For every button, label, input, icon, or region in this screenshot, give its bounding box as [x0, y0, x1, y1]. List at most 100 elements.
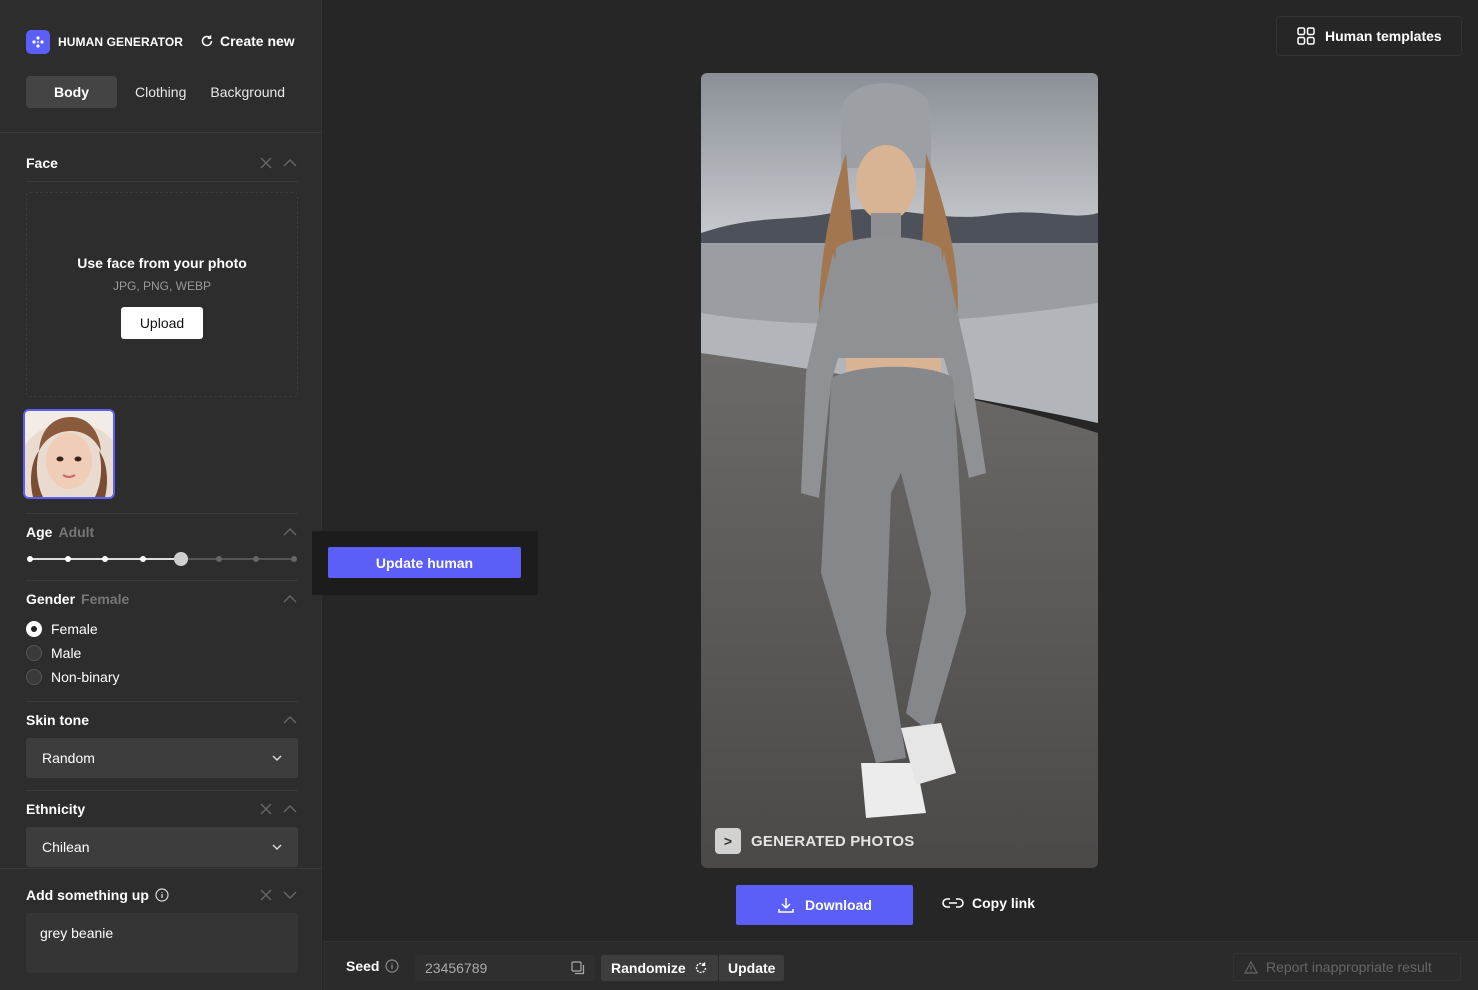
- age-value: Adult: [58, 524, 95, 540]
- create-new-label: Create new: [220, 33, 295, 49]
- copy-link-button[interactable]: Copy link: [942, 895, 1035, 911]
- divider: [26, 790, 298, 791]
- chevron-up-icon[interactable]: [282, 524, 298, 540]
- report-button[interactable]: Report inappropriate result: [1233, 953, 1461, 981]
- watermark: > GENERATED PHOTOS: [715, 828, 915, 854]
- upload-formats: JPG, PNG, WEBP: [112, 279, 211, 293]
- download-button[interactable]: Download: [736, 885, 913, 925]
- link-icon: [942, 898, 964, 908]
- gender-option-non-binary[interactable]: Non-binary: [26, 669, 119, 685]
- face-thumbnail[interactable]: [23, 409, 115, 499]
- brand[interactable]: HUMAN GENERATOR: [26, 30, 183, 54]
- slider-step[interactable]: [64, 556, 71, 562]
- tabs: Body Clothing Background: [26, 76, 303, 108]
- radio-label: Female: [51, 621, 98, 637]
- generated-photo: > GENERATED PHOTOS: [701, 73, 1098, 868]
- gender-section-title[interactable]: Gender Female: [26, 591, 129, 607]
- upload-title: Use face from your photo: [77, 255, 247, 271]
- human-templates-label: Human templates: [1325, 28, 1442, 44]
- skin-tone-title: Skin tone: [26, 712, 90, 728]
- radio-unchecked[interactable]: [26, 669, 42, 685]
- create-new-button[interactable]: Create new: [200, 33, 295, 49]
- sidebar: HUMAN GENERATOR Create new Body Clothing…: [0, 0, 322, 990]
- gender-option-female[interactable]: Female: [26, 621, 98, 637]
- chevron-up-icon[interactable]: [282, 712, 298, 728]
- radio-checked[interactable]: [26, 621, 42, 637]
- radio-label: Non-binary: [51, 669, 120, 685]
- brand-logo-icon: [26, 30, 50, 54]
- clear-icon[interactable]: [258, 801, 274, 817]
- update-human-popover: Update human: [312, 531, 538, 595]
- skin-tone-selected: Random: [42, 750, 95, 766]
- randomize-label: Randomize: [611, 960, 686, 976]
- chevron-up-icon[interactable]: [282, 801, 298, 817]
- clear-icon[interactable]: [258, 887, 274, 903]
- face-title: Face: [26, 155, 58, 171]
- ethnicity-select[interactable]: Chilean: [26, 827, 298, 867]
- update-button[interactable]: Update: [719, 955, 785, 981]
- add-something-title: Add something up: [26, 887, 149, 903]
- slider-step[interactable]: [102, 556, 109, 562]
- slider-step[interactable]: [27, 556, 33, 562]
- report-label: Report inappropriate result: [1266, 959, 1432, 975]
- add-something-section-title[interactable]: Add something up: [26, 887, 169, 903]
- upload-button[interactable]: Upload: [121, 307, 203, 339]
- add-something-input[interactable]: grey beanie: [26, 913, 298, 973]
- age-section-title[interactable]: Age Adult: [26, 524, 94, 540]
- seed-input[interactable]: 23456789: [415, 955, 595, 981]
- gender-option-male[interactable]: Male: [26, 645, 81, 661]
- tab-clothing[interactable]: Clothing: [117, 76, 204, 108]
- chevron-up-icon[interactable]: [282, 155, 298, 171]
- info-icon[interactable]: [155, 888, 169, 902]
- skin-tone-select[interactable]: Random: [26, 738, 298, 778]
- face-section-title[interactable]: Face: [26, 155, 58, 171]
- download-label: Download: [805, 897, 872, 913]
- slider-step[interactable]: [215, 556, 222, 562]
- chevron-down-icon: [272, 844, 282, 850]
- divider: [26, 580, 298, 581]
- human-templates-button[interactable]: Human templates: [1276, 16, 1462, 56]
- tab-background[interactable]: Background: [204, 76, 303, 108]
- chevron-up-icon[interactable]: [282, 591, 298, 607]
- chevron-down-icon[interactable]: [282, 887, 298, 903]
- copy-icon[interactable]: [571, 961, 585, 975]
- divider: [26, 181, 298, 182]
- gender-value: Female: [81, 591, 130, 607]
- copy-link-label: Copy link: [972, 895, 1036, 911]
- brand-name: HUMAN GENERATOR: [58, 35, 184, 49]
- warning-icon: [1244, 960, 1258, 974]
- watermark-logo-icon: >: [715, 828, 741, 854]
- radio-unchecked[interactable]: [26, 645, 42, 661]
- refresh-icon: [695, 962, 706, 974]
- gender-title: Gender: [26, 591, 76, 607]
- face-upload-dropzone[interactable]: Use face from your photo JPG, PNG, WEBP …: [26, 192, 298, 397]
- slider-step[interactable]: [253, 556, 260, 562]
- divider: [26, 513, 298, 514]
- ethnicity-selected: Chilean: [42, 839, 90, 855]
- skin-tone-section-title[interactable]: Skin tone: [26, 712, 89, 728]
- age-title: Age: [26, 524, 53, 540]
- ethnicity-title: Ethnicity: [26, 801, 86, 817]
- watermark-text: GENERATED PHOTOS: [751, 832, 915, 850]
- tab-body[interactable]: Body: [26, 76, 117, 108]
- randomize-button[interactable]: Randomize: [601, 955, 718, 981]
- chevron-down-icon: [272, 755, 282, 761]
- clear-icon[interactable]: [258, 155, 274, 171]
- slider-knob[interactable]: [173, 552, 188, 566]
- seed-value: 23456789: [425, 960, 488, 976]
- update-human-button[interactable]: Update human: [328, 547, 521, 578]
- divider: [0, 132, 322, 133]
- divider: [0, 868, 322, 869]
- bottom-bar: Seed 23456789 Randomize Update Report in…: [323, 941, 1478, 990]
- info-icon[interactable]: [385, 959, 400, 973]
- seed-label-text: Seed: [346, 958, 380, 974]
- grid-icon: [1297, 27, 1315, 45]
- ethnicity-section-title[interactable]: Ethnicity: [26, 801, 85, 817]
- age-slider[interactable]: [26, 552, 298, 566]
- refresh-icon: [201, 35, 213, 47]
- download-icon: [778, 898, 794, 913]
- slider-step[interactable]: [291, 556, 297, 562]
- slider-step[interactable]: [140, 556, 147, 562]
- radio-label: Male: [51, 645, 82, 661]
- seed-label: Seed: [346, 958, 400, 974]
